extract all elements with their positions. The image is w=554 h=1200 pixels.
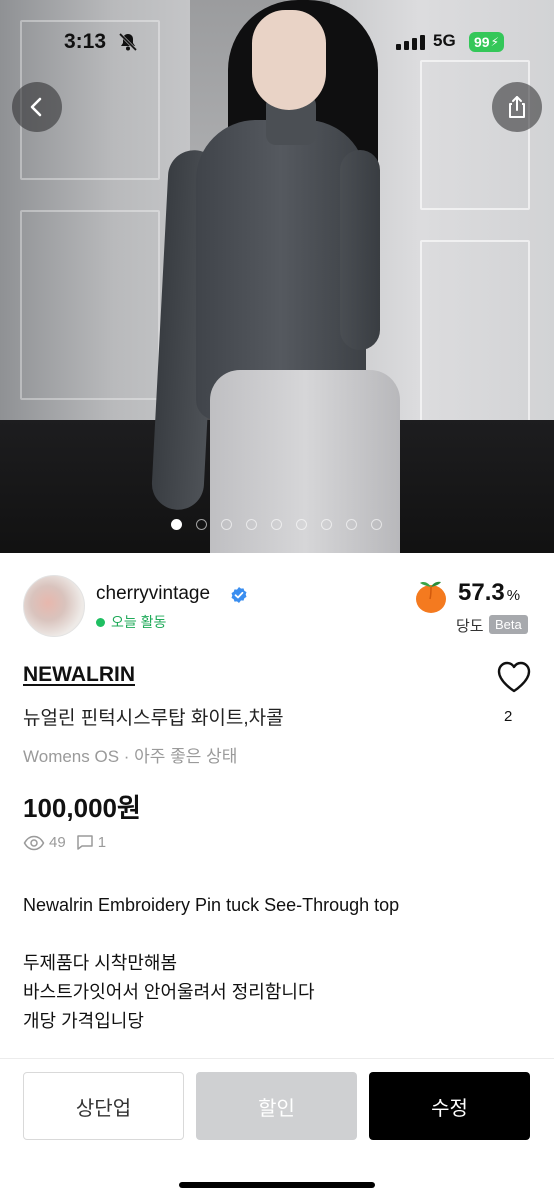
share-icon bbox=[509, 96, 525, 118]
back-button[interactable] bbox=[12, 82, 62, 132]
carousel-dot[interactable] bbox=[346, 519, 357, 530]
status-time: 3:13 bbox=[64, 30, 107, 53]
price: 100,000원 bbox=[23, 793, 141, 823]
status-bar: 3:13 5G 99 ⚡ bbox=[0, 0, 554, 80]
chevron-left-icon bbox=[30, 97, 42, 117]
like-count: 2 bbox=[504, 708, 513, 725]
description-line: 개당 가격입니당 bbox=[23, 1011, 144, 1031]
avatar[interactable] bbox=[23, 575, 85, 637]
sweetness-label: 당도 bbox=[456, 618, 484, 635]
photo-model-arm bbox=[340, 150, 380, 350]
like-button[interactable] bbox=[496, 660, 532, 699]
product-subtitle: Womens OS · 아주 좋은 상태 bbox=[23, 747, 238, 766]
carousel-dot[interactable] bbox=[321, 519, 332, 530]
seller-row[interactable]: cherryvintage 오늘 활동 57.3% 당도 Beta bbox=[0, 553, 554, 653]
activity-label: 오늘 활동 bbox=[111, 614, 167, 630]
share-button[interactable] bbox=[492, 82, 542, 132]
battery-indicator: 99 ⚡ bbox=[469, 32, 505, 52]
bottom-action-bar: 상단업 할인 수정 bbox=[0, 1058, 554, 1200]
peach-icon bbox=[412, 579, 450, 620]
signal-icon bbox=[396, 35, 425, 50]
description-line: 두제품다 시착만해봄 bbox=[23, 953, 178, 973]
carousel-dot[interactable] bbox=[371, 519, 382, 530]
home-indicator[interactable] bbox=[179, 1182, 375, 1188]
bump-button[interactable]: 상단업 bbox=[23, 1072, 184, 1140]
carousel-dot[interactable] bbox=[221, 519, 232, 530]
carousel-indicator bbox=[171, 519, 382, 530]
online-dot-icon bbox=[96, 617, 105, 627]
heart-icon bbox=[497, 661, 531, 693]
bell-slash-icon bbox=[118, 32, 138, 57]
activity-status: 오늘 활동 bbox=[96, 612, 166, 632]
sweetness-value: 57.3% bbox=[458, 579, 521, 606]
comment-icon bbox=[76, 835, 93, 850]
description-line bbox=[23, 920, 533, 949]
carousel-dot[interactable] bbox=[296, 519, 307, 530]
charging-bolt-icon: ⚡ bbox=[490, 35, 500, 49]
carousel-dot[interactable] bbox=[271, 519, 282, 530]
battery-level: 99 bbox=[474, 34, 490, 50]
description-line: 바스트가잇어서 안어울려서 정리함니다 bbox=[23, 982, 315, 1002]
seller-name[interactable]: cherryvintage bbox=[96, 583, 210, 605]
eye-icon bbox=[23, 835, 45, 850]
beta-badge: Beta bbox=[489, 615, 528, 634]
product-stats: 49 1 bbox=[23, 834, 116, 851]
brand-link[interactable]: NEWALRIN bbox=[23, 663, 135, 687]
carousel-dot[interactable] bbox=[171, 519, 182, 530]
view-count: 49 bbox=[49, 834, 66, 851]
verified-badge-icon bbox=[230, 586, 248, 609]
carousel-dot[interactable] bbox=[196, 519, 207, 530]
network-label: 5G bbox=[433, 31, 456, 50]
carousel-dot[interactable] bbox=[246, 519, 257, 530]
discount-button[interactable]: 할인 bbox=[196, 1072, 357, 1140]
product-description: Newalrin Embroidery Pin tuck See-Through… bbox=[23, 891, 533, 1036]
edit-button[interactable]: 수정 bbox=[369, 1072, 530, 1140]
product-image-carousel[interactable]: 3:13 5G 99 ⚡ bbox=[0, 0, 554, 553]
comment-count: 1 bbox=[97, 834, 107, 851]
product-title: 뉴얼린 핀턱시스루탑 화이트,차콜 bbox=[23, 708, 284, 729]
description-line: Newalrin Embroidery Pin tuck See-Through… bbox=[23, 895, 400, 915]
